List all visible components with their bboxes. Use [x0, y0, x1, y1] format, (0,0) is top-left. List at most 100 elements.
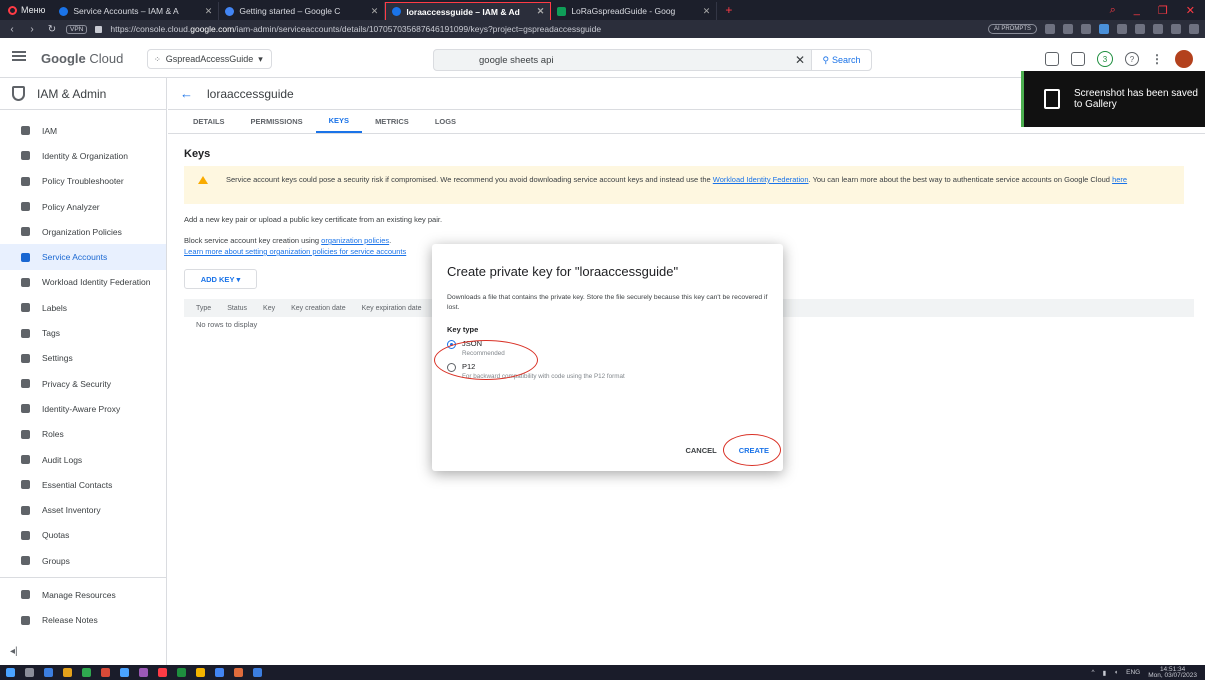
- taskbar-app-icon[interactable]: [82, 668, 91, 677]
- learn-more-link[interactable]: Learn more about setting organization po…: [184, 247, 406, 256]
- search-button[interactable]: ⚲ Search: [811, 50, 871, 70]
- forward-icon[interactable]: ›: [26, 24, 38, 35]
- taskbar-app-icon[interactable]: [139, 668, 148, 677]
- column-type[interactable]: Type: [196, 305, 211, 312]
- taskbar-app-icon[interactable]: [44, 668, 53, 677]
- extension-icon[interactable]: [1099, 24, 1109, 34]
- cloud-shell-icon[interactable]: [1071, 52, 1085, 66]
- column-key-expiration-date[interactable]: Key expiration date: [362, 305, 422, 312]
- clock[interactable]: 14:51:34 Mon, 03/07/2023: [1148, 666, 1197, 679]
- column-key-creation-date[interactable]: Key creation date: [291, 305, 345, 312]
- sidebar-item-organization-policies[interactable]: Organization Policies: [0, 219, 166, 244]
- column-status[interactable]: Status: [227, 305, 247, 312]
- sidebar-item-asset-inventory[interactable]: Asset Inventory: [0, 497, 166, 522]
- taskbar-app-icon[interactable]: [177, 668, 186, 677]
- hamburger-menu-icon[interactable]: [12, 51, 26, 61]
- sidebar-item-quotas[interactable]: Quotas: [0, 523, 166, 548]
- sidebar-item-service-accounts[interactable]: Service Accounts: [0, 244, 166, 270]
- search-input[interactable]: google sheets api: [434, 55, 789, 66]
- back-arrow-icon[interactable]: ←: [180, 86, 193, 101]
- organization-policies-link[interactable]: organization policies: [321, 236, 389, 245]
- taskbar-opera-icon[interactable]: [158, 668, 167, 677]
- sidebar-item-audit-logs[interactable]: Audit Logs: [0, 447, 166, 472]
- sidebar-item-release-notes[interactable]: Release Notes: [0, 608, 166, 633]
- google-cloud-logo[interactable]: Google Cloud: [41, 51, 123, 66]
- project-selector[interactable]: ⁘ GspreadAccessGuide ▾: [147, 49, 272, 69]
- language-indicator[interactable]: ENG: [1126, 669, 1140, 676]
- wallet-icon[interactable]: [1117, 24, 1127, 34]
- search-tabs-icon[interactable]: ⌕: [1110, 4, 1116, 17]
- maximize-icon[interactable]: ❐: [1158, 4, 1168, 17]
- browser-tab[interactable]: LoRaGspreadGuide - Goog ✕: [551, 2, 718, 20]
- gift-icon[interactable]: [1045, 52, 1059, 66]
- here-link[interactable]: here: [1112, 175, 1127, 184]
- taskbar-app-icon[interactable]: [253, 668, 262, 677]
- cancel-button[interactable]: CANCEL: [685, 446, 716, 455]
- sidebar-item-identity-organization[interactable]: Identity & Organization: [0, 143, 166, 168]
- tab-close-icon[interactable]: ✕: [371, 6, 379, 17]
- taskbar-app-icon[interactable]: [101, 668, 110, 677]
- camera-icon[interactable]: [1045, 24, 1055, 34]
- column-key[interactable]: Key: [263, 305, 275, 312]
- easy-setup-icon[interactable]: [1189, 24, 1199, 34]
- browser-tab-active[interactable]: loraaccessguide – IAM & Ad ✕: [385, 2, 552, 20]
- cube-icon[interactable]: [1135, 24, 1145, 34]
- notifications-badge[interactable]: 3: [1097, 51, 1113, 67]
- tab-metrics[interactable]: METRICS: [362, 110, 422, 133]
- workload-identity-link[interactable]: Workload Identity Federation: [713, 175, 809, 184]
- screenshot-toast[interactable]: Screenshot has been saved to Gallery: [1021, 71, 1205, 127]
- network-icon[interactable]: ▮: [1103, 669, 1107, 677]
- browser-tab[interactable]: Getting started – Google C ✕: [219, 2, 386, 20]
- collapse-sidebar-icon[interactable]: ◂|: [10, 646, 18, 657]
- sidebar-item-tags[interactable]: Tags: [0, 320, 166, 345]
- volume-icon[interactable]: ◖: [1114, 669, 1118, 676]
- sidebar-item-iam[interactable]: IAM: [0, 118, 166, 143]
- sidebar-item-policy-analyzer[interactable]: Policy Analyzer: [0, 194, 166, 219]
- avatar[interactable]: [1175, 50, 1193, 68]
- clear-search-icon[interactable]: ✕: [789, 53, 811, 67]
- close-window-icon[interactable]: ✕: [1186, 4, 1195, 17]
- sidebar-item-settings[interactable]: Settings: [0, 346, 166, 371]
- add-key-button[interactable]: ADD KEY ▾: [184, 269, 257, 289]
- browser-menu-button[interactable]: Меню: [0, 0, 53, 20]
- tab-close-icon[interactable]: ✕: [703, 6, 711, 17]
- tab-keys[interactable]: KEYS: [315, 110, 363, 133]
- tab-logs[interactable]: LOGS: [422, 110, 469, 133]
- url-field[interactable]: https://console.cloud.google.com/iam-adm…: [110, 24, 980, 34]
- chevron-up-icon[interactable]: ^: [1092, 669, 1095, 676]
- sidebar-item-labels[interactable]: Labels: [0, 295, 166, 320]
- taskbar-app-icon[interactable]: [63, 668, 72, 677]
- sidebar-item-identity-aware-proxy[interactable]: Identity-Aware Proxy: [0, 396, 166, 421]
- taskbar-app-icon[interactable]: [120, 668, 129, 677]
- sidebar-item-privacy-security[interactable]: Privacy & Security: [0, 371, 166, 396]
- vpn-badge[interactable]: VPN: [66, 24, 88, 34]
- snapshot-icon[interactable]: [1063, 24, 1073, 34]
- sidebar-item-policy-troubleshooter[interactable]: Policy Troubleshooter: [0, 169, 166, 194]
- more-vert-icon[interactable]: ⋮: [1151, 52, 1163, 66]
- heart-icon[interactable]: [1081, 24, 1091, 34]
- profile-icon[interactable]: [1153, 24, 1163, 34]
- ai-prompts-button[interactable]: AI PROMPTS: [987, 24, 1037, 34]
- sidebar-item-manage-resources[interactable]: Manage Resources: [0, 582, 166, 607]
- windows-start-icon[interactable]: [6, 668, 15, 677]
- back-icon[interactable]: ‹: [6, 24, 18, 35]
- download-icon[interactable]: [1171, 24, 1181, 34]
- tab-details[interactable]: DETAILS: [180, 110, 238, 133]
- sidebar-item-groups[interactable]: Groups: [0, 548, 166, 573]
- search-icon[interactable]: [25, 668, 34, 677]
- taskbar-app-icon[interactable]: [215, 668, 224, 677]
- sidebar-item-essential-contacts[interactable]: Essential Contacts: [0, 472, 166, 497]
- browser-tab[interactable]: Service Accounts – IAM & A ✕: [53, 2, 220, 20]
- tab-close-icon[interactable]: ✕: [205, 6, 213, 17]
- sidebar-item-roles[interactable]: Roles: [0, 422, 166, 447]
- tab-permissions[interactable]: PERMISSIONS: [238, 110, 316, 133]
- taskbar-app-icon[interactable]: [234, 668, 243, 677]
- new-tab-icon[interactable]: +: [717, 3, 740, 17]
- reload-icon[interactable]: ↻: [46, 24, 58, 35]
- tab-close-icon[interactable]: ✕: [537, 6, 545, 17]
- minimize-icon[interactable]: _: [1134, 4, 1140, 17]
- sidebar-item-workload-identity-federation[interactable]: Workload Identity Federation: [0, 270, 166, 295]
- taskbar-app-icon[interactable]: [196, 668, 205, 677]
- lock-icon[interactable]: [95, 25, 103, 33]
- help-icon[interactable]: ?: [1125, 52, 1139, 66]
